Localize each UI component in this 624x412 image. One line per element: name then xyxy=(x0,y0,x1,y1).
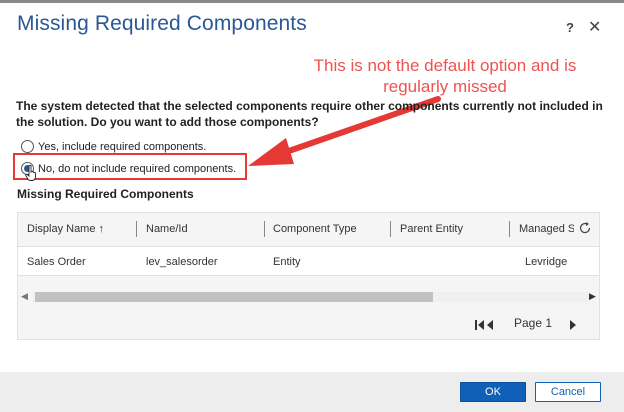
option-exclude[interactable]: No, do not include required components. xyxy=(21,162,236,175)
next-page-icon[interactable] xyxy=(568,319,578,331)
annotation-line-1: This is not the default option and is xyxy=(313,56,577,75)
cell-component-type: Entity xyxy=(273,256,301,268)
column-name-id[interactable]: Name/Id xyxy=(146,223,188,235)
column-separator[interactable] xyxy=(390,221,391,237)
sort-ascending-icon: ↑ xyxy=(98,223,105,235)
grid-header: Display Name ↑ Name/Id Component Type Pa… xyxy=(18,213,599,245)
refresh-icon[interactable] xyxy=(578,221,592,235)
cell-managed: Levridge xyxy=(525,256,568,268)
cell-name-id: lev_salesorder xyxy=(146,256,218,268)
column-separator[interactable] xyxy=(264,221,265,237)
first-page-icon[interactable] xyxy=(474,319,496,331)
page-label: Page 1 xyxy=(514,316,553,330)
option-exclude-label: No, do not include required components. xyxy=(38,162,237,175)
scroll-left-icon[interactable]: ◀ xyxy=(21,291,28,302)
message-line-1: The system detected that the selected co… xyxy=(16,99,603,113)
annotation-line-2: regularly missed xyxy=(383,77,507,96)
column-component-type[interactable]: Component Type xyxy=(273,223,357,235)
cell-display-name: Sales Order xyxy=(27,256,86,268)
section-title: Missing Required Components xyxy=(17,187,194,201)
horizontal-scrollbar[interactable]: ◀ ▶ xyxy=(18,290,599,302)
option-include-label: Yes, include required components. xyxy=(38,140,207,153)
help-icon[interactable]: ? xyxy=(566,20,574,35)
hand-cursor-icon xyxy=(25,165,36,181)
radio-include[interactable] xyxy=(21,140,34,153)
close-icon[interactable]: ✕ xyxy=(588,17,601,37)
ok-button[interactable]: OK xyxy=(460,382,526,402)
cancel-button[interactable]: Cancel xyxy=(535,382,601,402)
column-display-name[interactable]: Display Name ↑ xyxy=(27,223,104,235)
option-include[interactable]: Yes, include required components. xyxy=(21,140,206,153)
window-top-border xyxy=(0,0,624,3)
message-line-2: the solution. Do you want to add those c… xyxy=(16,115,319,129)
detection-message: The system detected that the selected co… xyxy=(16,98,614,130)
annotation-callout: This is not the default option and is re… xyxy=(295,55,595,97)
table-row[interactable]: Sales Order lev_salesorder Entity Levrid… xyxy=(18,246,599,276)
dialog-title: Missing Required Components xyxy=(17,12,307,35)
components-grid: Display Name ↑ Name/Id Component Type Pa… xyxy=(17,212,600,340)
column-parent-entity[interactable]: Parent Entity xyxy=(400,223,463,235)
column-separator[interactable] xyxy=(509,221,510,237)
scrollbar-thumb[interactable] xyxy=(35,292,433,302)
column-managed[interactable]: Managed S xyxy=(519,223,574,235)
scroll-right-icon[interactable]: ▶ xyxy=(589,291,596,302)
dialog-footer xyxy=(0,372,624,412)
column-separator[interactable] xyxy=(136,221,137,237)
